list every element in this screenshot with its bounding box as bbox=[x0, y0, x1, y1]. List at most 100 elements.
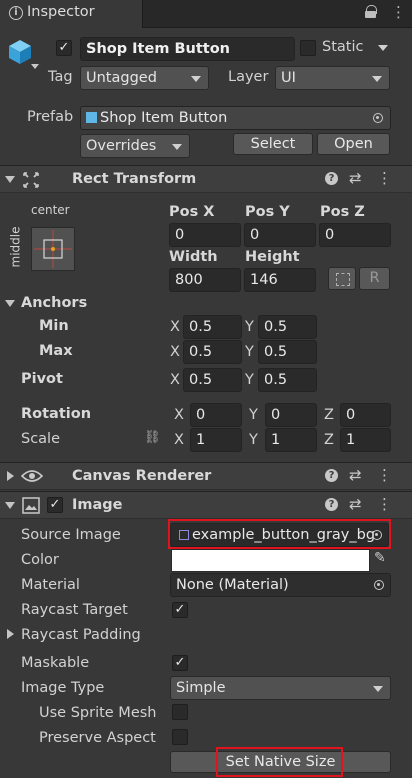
material-label: Material bbox=[21, 577, 80, 593]
component-menu-icon[interactable]: ⋮ bbox=[377, 495, 392, 513]
image-type-label: Image Type bbox=[21, 680, 105, 696]
anchors-label: Anchors bbox=[21, 295, 88, 311]
select-button[interactable]: Select bbox=[233, 133, 313, 155]
rect-transform-header[interactable]: Rect Transform ? ⇄ ⋮ bbox=[0, 165, 412, 193]
pos-x-label: Pos X bbox=[169, 204, 215, 220]
set-native-size-highlight bbox=[216, 747, 343, 777]
pivot-x-axis: X bbox=[170, 372, 180, 388]
foldout-arrow-icon bbox=[5, 502, 15, 509]
pivot-y-axis: Y bbox=[245, 372, 254, 388]
image-component-icon bbox=[22, 497, 40, 514]
scale-label: Scale bbox=[21, 431, 61, 447]
min-label: Min bbox=[39, 318, 69, 334]
layer-label: Layer bbox=[228, 69, 269, 85]
blueprint-icon bbox=[336, 273, 350, 286]
maskable-checkbox[interactable]: ✓ bbox=[172, 655, 188, 671]
pos-z-label: Pos Z bbox=[320, 204, 365, 220]
color-swatch[interactable] bbox=[171, 549, 370, 572]
source-image-highlight bbox=[168, 519, 391, 549]
prefab-value: Shop Item Button bbox=[100, 110, 228, 126]
anchors-foldout-icon[interactable] bbox=[5, 300, 15, 307]
raw-edit-button[interactable]: R bbox=[359, 267, 390, 290]
max-label: Max bbox=[39, 343, 73, 359]
tag-label: Tag bbox=[48, 69, 73, 85]
pivot-y-field[interactable]: 0.5 bbox=[258, 368, 317, 392]
help-icon[interactable]: ? bbox=[325, 498, 338, 511]
material-value: None (Material) bbox=[176, 577, 289, 593]
help-icon[interactable]: ? bbox=[325, 172, 338, 185]
pivot-x-field[interactable]: 0.5 bbox=[183, 368, 242, 392]
blueprint-mode-button[interactable] bbox=[328, 267, 356, 290]
static-checkbox[interactable] bbox=[300, 40, 316, 56]
scale-y-field[interactable]: 1 bbox=[265, 428, 317, 452]
rot-y-field[interactable]: 0 bbox=[265, 403, 317, 427]
inspector-tab[interactable]: i Inspector bbox=[0, 0, 143, 28]
component-menu-icon[interactable]: ⋮ bbox=[377, 169, 392, 187]
gameobject-icon bbox=[6, 38, 34, 70]
pos-z-field[interactable]: 0 bbox=[319, 223, 391, 247]
min-y-field[interactable]: 0.5 bbox=[258, 315, 317, 339]
prefab-field[interactable]: Shop Item Button bbox=[80, 106, 391, 130]
overrides-dropdown[interactable]: Overrides bbox=[80, 134, 190, 158]
max-y-field[interactable]: 0.5 bbox=[258, 340, 317, 364]
preserve-aspect-checkbox[interactable] bbox=[172, 729, 188, 745]
width-field[interactable]: 800 bbox=[169, 268, 241, 292]
pos-y-field[interactable]: 0 bbox=[244, 223, 316, 247]
pos-x-field[interactable]: 0 bbox=[169, 223, 241, 247]
section-title: Image bbox=[72, 497, 123, 513]
preserve-aspect-label: Preserve Aspect bbox=[39, 730, 156, 746]
height-field[interactable]: 146 bbox=[244, 268, 316, 292]
raw-edit-label: R bbox=[369, 270, 380, 286]
anchor-preset-button[interactable] bbox=[31, 227, 75, 271]
scale-z-field[interactable]: 1 bbox=[340, 428, 391, 452]
section-title: Canvas Renderer bbox=[72, 468, 212, 484]
tag-dropdown[interactable]: Untagged bbox=[80, 66, 209, 90]
info-icon: i bbox=[9, 6, 23, 20]
rot-z-field[interactable]: 0 bbox=[340, 403, 391, 427]
layer-dropdown[interactable]: UI bbox=[275, 66, 390, 90]
foldout-arrow-icon bbox=[5, 176, 15, 183]
static-dropdown-caret[interactable] bbox=[378, 45, 388, 51]
raycast-padding-label: Raycast Padding bbox=[21, 627, 141, 643]
max-x-field[interactable]: 0.5 bbox=[183, 340, 242, 364]
image-header[interactable]: ✓ Image ? ⇄ ⋮ bbox=[0, 491, 412, 519]
scale-x-field[interactable]: 1 bbox=[190, 428, 242, 452]
canvas-renderer-header[interactable]: Canvas Renderer ? ⇄ ⋮ bbox=[0, 462, 412, 490]
active-checkbox[interactable]: ✓ bbox=[56, 40, 72, 56]
image-enabled-checkbox[interactable]: ✓ bbox=[47, 497, 63, 513]
constrain-proportions-icon[interactable]: ⛓ bbox=[144, 430, 161, 445]
raycast-target-checkbox[interactable]: ✓ bbox=[172, 602, 188, 618]
anchor-h-label: center bbox=[31, 203, 70, 217]
color-label: Color bbox=[21, 552, 59, 568]
tag-value: Untagged bbox=[86, 70, 157, 86]
rotation-label: Rotation bbox=[21, 406, 92, 422]
min-x-field[interactable]: 0.5 bbox=[183, 315, 242, 339]
raycast-target-label: Raycast Target bbox=[21, 602, 128, 618]
scale-x-axis: X bbox=[174, 432, 184, 448]
image-type-dropdown[interactable]: Simple bbox=[170, 676, 391, 700]
object-name-field[interactable]: Shop Item Button bbox=[80, 37, 295, 61]
min-x-axis: X bbox=[170, 319, 180, 335]
preset-sliders-icon[interactable]: ⇄ bbox=[349, 495, 362, 513]
use-sprite-mesh-label: Use Sprite Mesh bbox=[39, 705, 157, 721]
pivot-label: Pivot bbox=[21, 371, 63, 387]
help-icon[interactable]: ? bbox=[325, 469, 338, 482]
eyedropper-icon[interactable]: ✎ bbox=[374, 550, 386, 566]
preset-sliders-icon[interactable]: ⇄ bbox=[349, 466, 362, 484]
rot-x-field[interactable]: 0 bbox=[190, 403, 242, 427]
use-sprite-mesh-checkbox[interactable] bbox=[172, 704, 188, 720]
pos-y-label: Pos Y bbox=[245, 204, 290, 220]
preset-sliders-icon[interactable]: ⇄ bbox=[349, 169, 362, 187]
raycast-padding-foldout-icon[interactable] bbox=[7, 629, 14, 639]
more-menu-icon[interactable]: ⋮ bbox=[391, 3, 406, 21]
component-menu-icon[interactable]: ⋮ bbox=[377, 466, 392, 484]
static-label: Static bbox=[322, 39, 364, 55]
maskable-label: Maskable bbox=[21, 655, 90, 671]
lock-body-icon bbox=[365, 11, 376, 18]
scale-y-axis: Y bbox=[249, 432, 258, 448]
open-button[interactable]: Open bbox=[317, 133, 390, 155]
icon-dropdown-caret[interactable] bbox=[31, 64, 39, 69]
object-picker-icon[interactable] bbox=[373, 113, 383, 123]
object-picker-icon[interactable] bbox=[374, 580, 384, 590]
material-field[interactable]: None (Material) bbox=[170, 573, 391, 597]
